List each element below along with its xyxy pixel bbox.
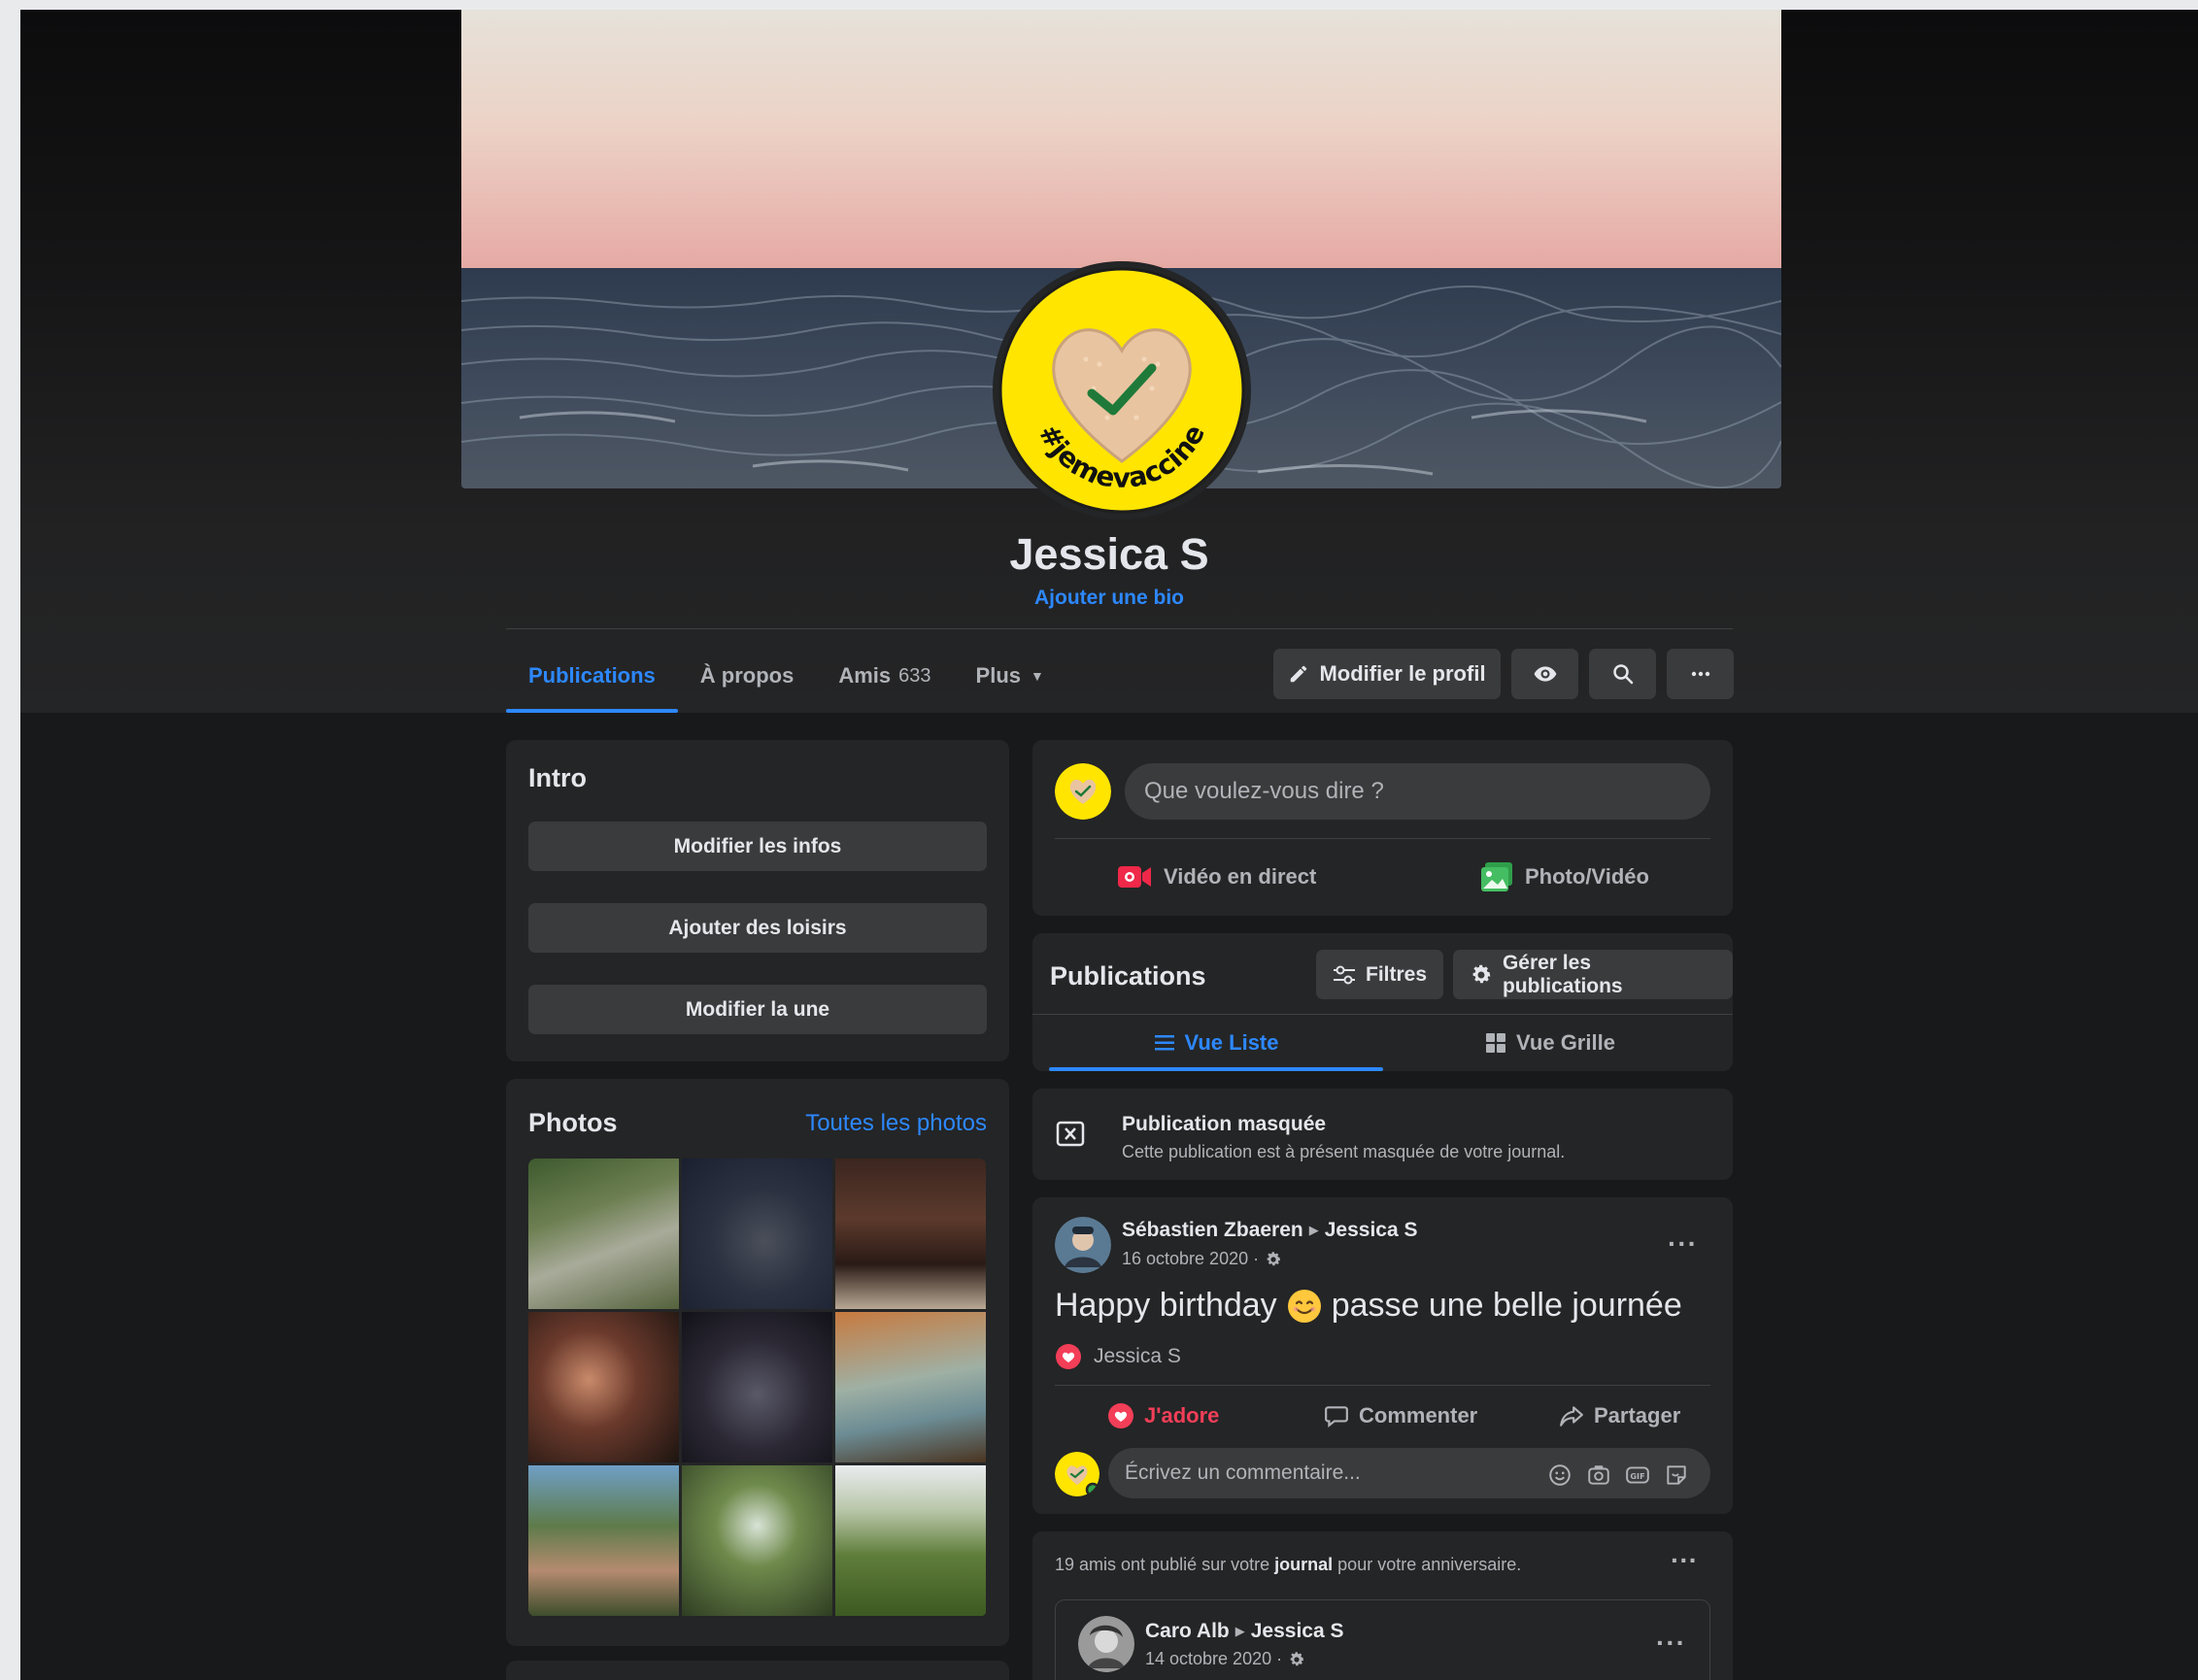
- arrow-right-icon: ▶: [1308, 1223, 1319, 1237]
- hidden-post-notice: Publication masquée Cette publication es…: [1032, 1089, 1733, 1180]
- edit-profile-button[interactable]: Modifier le profil: [1273, 649, 1501, 699]
- hidden-box-icon: [1056, 1121, 1085, 1147]
- photo-thumbnail[interactable]: [682, 1312, 832, 1462]
- intro-title: Intro: [528, 763, 587, 792]
- birthday-post: Caro Alb ▶ Jessica S 14 octobre 2020 · ·…: [1055, 1599, 1710, 1680]
- birthday-posts-card: 19 amis ont publié sur votre journal pou…: [1032, 1531, 1733, 1680]
- vaccine-heart-icon: #jemevaccine: [998, 267, 1245, 514]
- grid-icon: [1486, 1033, 1506, 1053]
- friends-count: 633: [898, 664, 931, 687]
- next-card: [506, 1661, 1009, 1680]
- tab-friends[interactable]: Amis 633: [816, 639, 953, 713]
- gear-icon: [1267, 1251, 1281, 1265]
- add-bio-link[interactable]: Ajouter une bio: [20, 587, 2198, 610]
- photo-thumbnail[interactable]: [528, 1465, 679, 1616]
- caret-down-icon: ▼: [1031, 668, 1044, 684]
- live-video-button[interactable]: Vidéo en direct: [1117, 850, 1316, 904]
- photo-icon: [1481, 862, 1512, 891]
- ellipsis-icon: [1691, 671, 1709, 677]
- edit-featured-button[interactable]: Modifier la une: [528, 985, 987, 1034]
- photo-thumbnail[interactable]: [682, 1465, 832, 1616]
- post-date[interactable]: 16 octobre 2020 ·: [1122, 1249, 1282, 1269]
- tab-more[interactable]: Plus ▼: [954, 639, 1066, 713]
- post-options-button[interactable]: ···: [1668, 1228, 1698, 1260]
- photo-video-button[interactable]: Photo/Vidéo: [1480, 850, 1649, 904]
- sliders-icon: [1334, 965, 1355, 984]
- emoji-icon[interactable]: [1547, 1462, 1572, 1488]
- publications-title: Publications: [1050, 961, 1206, 991]
- love-reaction-icon: [1056, 1344, 1081, 1369]
- hidden-post-text: Cette publication est à présent masquée …: [1122, 1142, 1566, 1161]
- tab-publications[interactable]: Publications: [506, 639, 678, 713]
- hidden-post-title: Publication masquée: [1122, 1113, 1327, 1135]
- author-avatar[interactable]: [1055, 1217, 1111, 1273]
- gif-icon[interactable]: GIF: [1625, 1462, 1650, 1488]
- gear-icon: [1290, 1651, 1304, 1665]
- share-button[interactable]: Partager: [1559, 1392, 1680, 1440]
- intro-card: Intro Modifier les infos Ajouter des loi…: [506, 740, 1009, 1061]
- comment-tools: GIF: [1547, 1462, 1689, 1488]
- post-text: Happy birthday passe une belle journée: [1055, 1287, 1682, 1324]
- header-divider: [506, 628, 1733, 629]
- birthday-summary: 19 amis ont publié sur votre journal pou…: [1055, 1555, 1522, 1574]
- post-composer: Que voulez-vous dire ? Vidéo en direct P…: [1032, 740, 1733, 916]
- photo-thumbnail[interactable]: [528, 1159, 679, 1309]
- photo-thumbnail[interactable]: [835, 1465, 986, 1616]
- gear-icon: [1472, 964, 1491, 983]
- photo-grid: [528, 1159, 987, 1617]
- user-avatar[interactable]: [1055, 1452, 1099, 1496]
- comment-button[interactable]: Commenter: [1324, 1392, 1477, 1440]
- photos-title: Photos: [528, 1108, 618, 1137]
- profile-avatar[interactable]: #jemevaccine: [993, 261, 1251, 520]
- live-video-icon: [1118, 866, 1151, 888]
- search-profile-button[interactable]: [1589, 649, 1656, 699]
- post-author[interactable]: Caro Alb ▶ Jessica S: [1145, 1620, 1344, 1643]
- search-icon: [1612, 664, 1633, 685]
- photo-thumbnail[interactable]: [528, 1312, 679, 1462]
- profile-page: #jemevaccine Jessica S Ajouter une bio P…: [20, 10, 2198, 1680]
- view-as-button[interactable]: [1511, 649, 1578, 699]
- tab-grid-view[interactable]: Vue Grille: [1383, 1015, 1717, 1071]
- composer-divider: [1055, 838, 1710, 839]
- photo-thumbnail[interactable]: [835, 1312, 986, 1462]
- post-divider: [1055, 1385, 1710, 1386]
- love-button[interactable]: J'adore: [1107, 1392, 1219, 1440]
- add-hobbies-button[interactable]: Ajouter des loisirs: [528, 903, 987, 953]
- love-reaction-icon: [1108, 1403, 1133, 1428]
- post-date[interactable]: 14 octobre 2020 ·: [1145, 1649, 1305, 1669]
- more-options-button[interactable]: [1667, 649, 1734, 699]
- birthday-options-button[interactable]: ···: [1671, 1545, 1698, 1576]
- tab-about[interactable]: À propos: [678, 639, 817, 713]
- edit-details-button[interactable]: Modifier les infos: [528, 822, 987, 871]
- smiling-face-icon: [1287, 1289, 1321, 1323]
- photo-thumbnail[interactable]: [682, 1159, 832, 1309]
- post-card: Sébastien Zbaeren ▶ Jessica S 16 octobre…: [1032, 1197, 1733, 1514]
- profile-name: Jessica S: [1009, 529, 1209, 579]
- reaction-summary[interactable]: Jessica S: [1055, 1343, 1181, 1370]
- filters-button[interactable]: Filtres: [1316, 950, 1444, 999]
- sticker-icon[interactable]: [1664, 1462, 1689, 1488]
- photo-thumbnail[interactable]: [835, 1159, 986, 1309]
- post-author[interactable]: Sébastien Zbaeren ▶ Jessica S: [1122, 1219, 1418, 1242]
- post-options-button[interactable]: ···: [1656, 1628, 1686, 1659]
- publications-card: Publications Filtres Gérer les publicati…: [1032, 933, 1733, 1071]
- svg-text:GIF: GIF: [1630, 1471, 1644, 1481]
- photos-card: Photos Toutes les photos: [506, 1079, 1009, 1646]
- pencil-icon: [1291, 665, 1307, 683]
- whats-on-your-mind-input[interactable]: Que voulez-vous dire ?: [1125, 763, 1710, 820]
- arrow-right-icon: ▶: [1234, 1624, 1245, 1638]
- eye-icon: [1534, 666, 1556, 682]
- profile-tabs: Publications À propos Amis 633 Plus ▼: [506, 639, 1066, 713]
- profile-actions: Modifier le profil: [1273, 649, 1734, 699]
- share-icon: [1560, 1406, 1583, 1427]
- tab-list-view[interactable]: Vue Liste: [1049, 1015, 1383, 1071]
- camera-icon[interactable]: [1586, 1462, 1611, 1488]
- user-avatar[interactable]: [1055, 763, 1111, 820]
- all-photos-link[interactable]: Toutes les photos: [805, 1110, 987, 1137]
- list-icon: [1154, 1035, 1174, 1051]
- comment-icon: [1325, 1406, 1348, 1428]
- manage-posts-button[interactable]: Gérer les publications: [1453, 950, 1733, 999]
- author-avatar[interactable]: [1078, 1616, 1134, 1672]
- comment-input[interactable]: Écrivez un commentaire... GIF: [1108, 1448, 1710, 1498]
